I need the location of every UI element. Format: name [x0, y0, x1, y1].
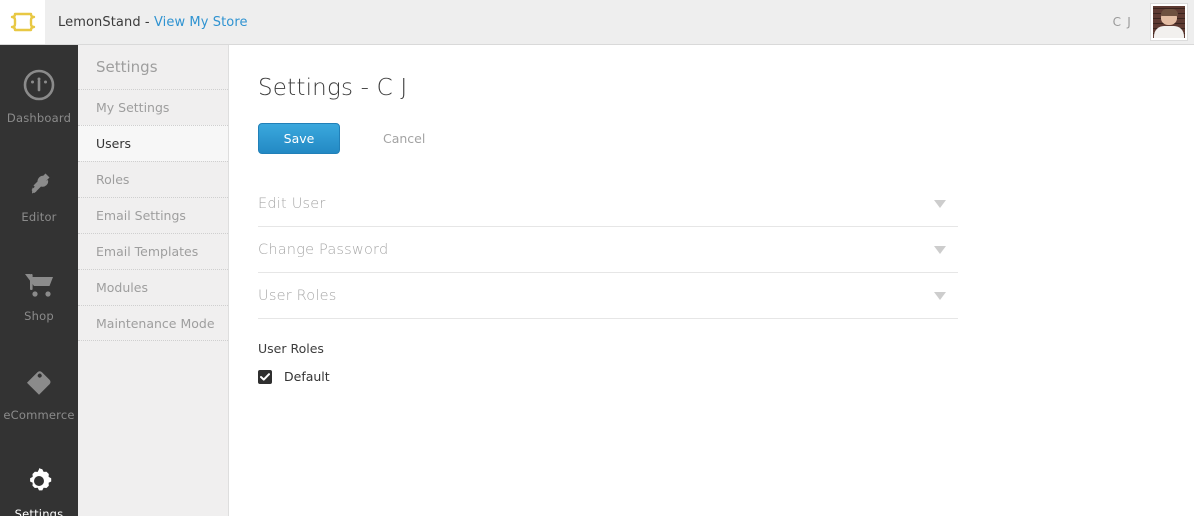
- settings-submenu: Settings My Settings Users Roles Email S…: [78, 45, 229, 516]
- top-bar-right: C J: [1113, 0, 1194, 45]
- tools-icon: [22, 163, 56, 205]
- submenu-item-roles[interactable]: Roles: [78, 161, 228, 197]
- submenu-item-users[interactable]: Users: [78, 125, 228, 161]
- submenu-item-email-templates[interactable]: Email Templates: [78, 233, 228, 269]
- lemonstand-logo-icon: [10, 12, 36, 32]
- cancel-button[interactable]: Cancel: [383, 131, 425, 146]
- accordion-user-roles[interactable]: User Roles: [258, 273, 958, 319]
- submenu-item-my-settings[interactable]: My Settings: [78, 89, 228, 125]
- submenu-title: Settings: [96, 58, 158, 76]
- page-title: Settings - C J: [258, 75, 408, 101]
- user-roles-heading: User Roles: [258, 341, 324, 356]
- accordion-label: User Roles: [258, 287, 337, 304]
- accordion-list: Edit User Change Password User Roles: [258, 181, 958, 319]
- action-row: Save Cancel: [258, 123, 1194, 154]
- cancel-button-label: Cancel: [383, 131, 426, 146]
- nav-item-ecommerce[interactable]: eCommerce: [0, 342, 78, 441]
- nav-item-shop-label: Shop: [24, 309, 54, 323]
- gear-icon: [22, 460, 56, 502]
- save-button-label: Save: [283, 131, 315, 146]
- lemonstand-logo[interactable]: [0, 0, 45, 44]
- app-root: LemonStand - View My Store C J Dashboard…: [0, 0, 1194, 516]
- chevron-down-icon[interactable]: [934, 245, 946, 254]
- submenu-item-maintenance-mode[interactable]: Maintenance Mode: [78, 305, 228, 341]
- nav-item-editor-label: Editor: [21, 210, 57, 224]
- nav-item-shop[interactable]: Shop: [0, 243, 78, 342]
- view-my-store-link[interactable]: View My Store: [154, 15, 248, 30]
- avatar-hair: [1160, 9, 1178, 16]
- nav-item-dashboard-label: Dashboard: [6, 111, 72, 125]
- user-roles-section: User Roles Default: [258, 341, 1194, 384]
- nav-item-editor[interactable]: Editor: [0, 144, 78, 243]
- accordion-label: Edit User: [258, 195, 326, 212]
- submenu-item-modules[interactable]: Modules: [78, 269, 228, 305]
- nav-item-dashboard[interactable]: Dashboard: [0, 45, 78, 144]
- chevron-down-icon[interactable]: [934, 291, 946, 300]
- top-bar: LemonStand - View My Store C J: [0, 0, 1194, 45]
- main-navigation: Dashboard Editor Shop eCommerce Settings: [0, 45, 78, 516]
- avatar[interactable]: [1150, 3, 1188, 41]
- role-item-default: Default: [258, 369, 1194, 384]
- submenu-item-label: Users: [96, 136, 132, 151]
- nav-item-settings[interactable]: Settings: [0, 441, 78, 516]
- main-content: Settings - C J Save Cancel Edit User Cha…: [229, 45, 1194, 516]
- submenu-item-label: My Settings: [96, 100, 170, 115]
- chevron-down-icon[interactable]: [934, 199, 946, 208]
- submenu-item-email-settings[interactable]: Email Settings: [78, 197, 228, 233]
- accordion-label: Change Password: [258, 241, 389, 258]
- nav-item-settings-label: Settings: [14, 507, 64, 516]
- user-initials: C J: [1112, 15, 1132, 29]
- submenu-item-label: Email Settings: [96, 208, 186, 223]
- accordion-edit-user[interactable]: Edit User: [258, 181, 958, 227]
- brand-name: LemonStand -: [58, 14, 154, 30]
- accordion-change-password[interactable]: Change Password: [258, 227, 958, 273]
- gauge-icon: [22, 64, 56, 106]
- cart-icon: [22, 262, 56, 304]
- submenu-item-label: Modules: [96, 280, 148, 295]
- user-avatar-photo: [1153, 6, 1185, 38]
- role-checkbox-default[interactable]: [258, 369, 272, 384]
- submenu-item-label: Email Templates: [96, 244, 199, 259]
- tag-icon: [22, 361, 56, 403]
- save-button[interactable]: Save: [258, 123, 340, 154]
- brand-title: LemonStand - View My Store: [58, 15, 248, 30]
- nav-item-ecommerce-label: eCommerce: [3, 408, 75, 422]
- submenu-item-label: Maintenance Mode: [96, 315, 215, 331]
- submenu-item-label: Roles: [96, 172, 130, 187]
- role-label: Default: [284, 369, 330, 384]
